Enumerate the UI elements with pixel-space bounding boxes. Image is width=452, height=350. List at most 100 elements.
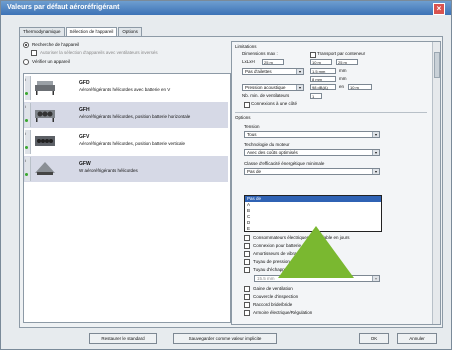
vertical-scrollbar[interactable] xyxy=(432,42,440,324)
checkbox[interactable] xyxy=(244,302,250,308)
check-label: Raccord bride/bride xyxy=(253,302,293,307)
checkbox[interactable] xyxy=(244,294,250,300)
lxlxh-label: LxLxH xyxy=(242,59,255,64)
checkbox[interactable] xyxy=(244,286,250,292)
subcheck-box[interactable] xyxy=(31,49,37,56)
limitations-title: Limitations xyxy=(235,44,257,49)
pas-field[interactable]: 1.5 mm xyxy=(310,68,336,74)
tension-select[interactable]: Tous ▾ xyxy=(244,131,380,138)
tech-select[interactable]: Avec des coûts optimisés ▾ xyxy=(244,149,380,156)
status-dot-icon xyxy=(25,173,28,176)
chevron-down-icon: ▾ xyxy=(372,150,379,155)
tab-thermodynamique[interactable]: Thermodynamique xyxy=(19,27,65,36)
checkbox[interactable] xyxy=(244,235,250,241)
list-item[interactable]: i GFD Aéroréfrigérants hélicoïdes avec b… xyxy=(24,75,228,101)
distance-field[interactable]: 10 m xyxy=(348,84,372,90)
chevron-down-icon: ▾ xyxy=(372,169,379,174)
check-label: Armoire électrique/Régulation xyxy=(253,310,313,315)
item-desc: Aéroréfrigérants hélicoïdes, position ba… xyxy=(79,114,191,119)
width-field[interactable]: 10 m xyxy=(310,59,332,65)
class-select[interactable]: Pas de ▾ xyxy=(244,168,380,175)
check-label: Couvercle d'inspection xyxy=(253,294,299,299)
ailettes-select[interactable]: Pas d'ailettes ▾ xyxy=(242,68,304,75)
item-desc: W aéroréfrigérants hélicoïdes xyxy=(79,168,138,173)
window-title: Valeurs par défaut aéroréfrigérant xyxy=(7,4,120,11)
left-panel: Recherche de l'appareil Autoriser la sél… xyxy=(23,41,231,323)
cancel-button[interactable]: Annuler xyxy=(397,333,437,344)
status-dot-icon xyxy=(25,119,28,122)
chevron-down-icon: ▾ xyxy=(296,69,303,74)
checkbox[interactable] xyxy=(244,251,250,257)
info-icon: i xyxy=(25,158,26,163)
item-code: GFW xyxy=(79,161,91,167)
check-row[interactable]: Raccord bride/bride xyxy=(244,302,292,308)
mm-unit-2: mm xyxy=(339,76,347,81)
info-icon: i xyxy=(25,77,26,82)
dialog-window: Valeurs par défaut aéroréfrigérant × The… xyxy=(0,0,452,350)
right-panel: Limitations Dimensions max : Transport p… xyxy=(231,41,441,325)
radio-verify-label: Vérifier un appareil xyxy=(32,59,70,64)
title-bar: Valeurs par défaut aéroréfrigérant × xyxy=(1,1,451,15)
radio-verify[interactable] xyxy=(23,58,29,65)
scroll-thumb[interactable] xyxy=(434,52,440,78)
close-icon: × xyxy=(436,4,442,13)
checkbox[interactable] xyxy=(244,310,250,316)
item-desc: Aéroréfrigérants hélicoïdes avec batteri… xyxy=(79,87,171,92)
radio-search-row[interactable]: Recherche de l'appareil xyxy=(23,41,79,48)
transport-checkbox[interactable] xyxy=(310,52,316,58)
gfd-unit-icon xyxy=(35,81,55,95)
dim-max-label: Dimensions max : xyxy=(242,51,278,56)
tab-options[interactable]: Options xyxy=(118,27,142,36)
item-code: GFD xyxy=(79,80,90,86)
save-default-button[interactable]: Sauvegarder comme valeur implicite xyxy=(173,333,277,344)
ailettes-label: Pas d'ailettes xyxy=(245,69,272,74)
checkbox[interactable] xyxy=(244,267,250,273)
gfw-unit-icon xyxy=(35,162,55,175)
options-title: Options xyxy=(235,115,251,120)
chevron-down-icon: ▾ xyxy=(372,132,379,137)
gfv-unit-icon xyxy=(35,136,55,146)
item-desc: Aéroréfrigérants hélicoïdes, position ba… xyxy=(79,141,186,146)
restore-button[interactable]: Restaurer le standard xyxy=(89,333,157,344)
subcheck-label: Autoriser la sélection d'appareils avec … xyxy=(40,50,158,55)
unit-list: i GFD Aéroréfrigérants hélicoïdes avec b… xyxy=(23,73,231,323)
item-code: GFH xyxy=(79,107,90,113)
connexions-label: Connexions à une côté xyxy=(251,101,298,106)
chevron-down-icon: ▾ xyxy=(372,276,379,281)
ok-button[interactable]: OK xyxy=(359,333,389,344)
divider xyxy=(235,112,427,113)
info-icon: i xyxy=(25,131,26,136)
at-label: en xyxy=(339,84,345,89)
subcheck-row[interactable]: Autoriser la sélection d'appareils avec … xyxy=(31,49,158,56)
press-field[interactable]: 98 dB(A) xyxy=(310,84,336,90)
tech-label: Technologie du moteur xyxy=(244,142,290,147)
checkbox[interactable] xyxy=(244,243,250,249)
class-label: Classe d'efficacité énergétique minimale xyxy=(244,161,325,166)
gfh-unit-icon xyxy=(35,110,55,122)
check-row[interactable]: Armoire électrique/Régulation xyxy=(244,310,312,316)
list-item[interactable]: i GFV Aéroréfrigérants hélicoïdes, posit… xyxy=(24,129,228,155)
ventilateurs-field[interactable]: 1 xyxy=(310,93,322,99)
pression-label: Pression acoustique xyxy=(245,85,286,90)
pression-select[interactable]: Pression acoustique ▾ xyxy=(242,84,304,91)
min-field[interactable]: 8 mm xyxy=(310,76,336,82)
mm-unit-1: mm xyxy=(339,68,347,73)
close-button[interactable]: × xyxy=(433,3,445,15)
status-dot-icon xyxy=(25,92,28,95)
status-dot-icon xyxy=(25,146,28,149)
check-row[interactable]: Gaine de ventilation xyxy=(244,286,293,292)
triangle-overlay-icon xyxy=(278,226,354,278)
checkbox[interactable] xyxy=(244,259,250,265)
check-row[interactable]: Couvercle d'inspection xyxy=(244,294,298,300)
tab-selection-appareil[interactable]: Sélection de l'appareil xyxy=(65,27,118,36)
info-icon: i xyxy=(25,104,26,109)
height-field[interactable]: 25 m xyxy=(336,59,358,65)
transport-label: Transport par conteneur xyxy=(317,51,366,56)
radio-search[interactable] xyxy=(23,41,29,48)
list-item[interactable]: i GFW W aéroréfrigérants hélicoïdes xyxy=(24,156,228,182)
item-code: GFV xyxy=(79,134,90,140)
length-field[interactable]: 25 m xyxy=(262,59,284,65)
connexions-checkbox[interactable] xyxy=(244,102,250,108)
radio-verify-row[interactable]: Vérifier un appareil xyxy=(23,58,70,65)
list-item[interactable]: i GFH Aéroréfrigérants hélicoïdes, posit… xyxy=(24,102,228,128)
